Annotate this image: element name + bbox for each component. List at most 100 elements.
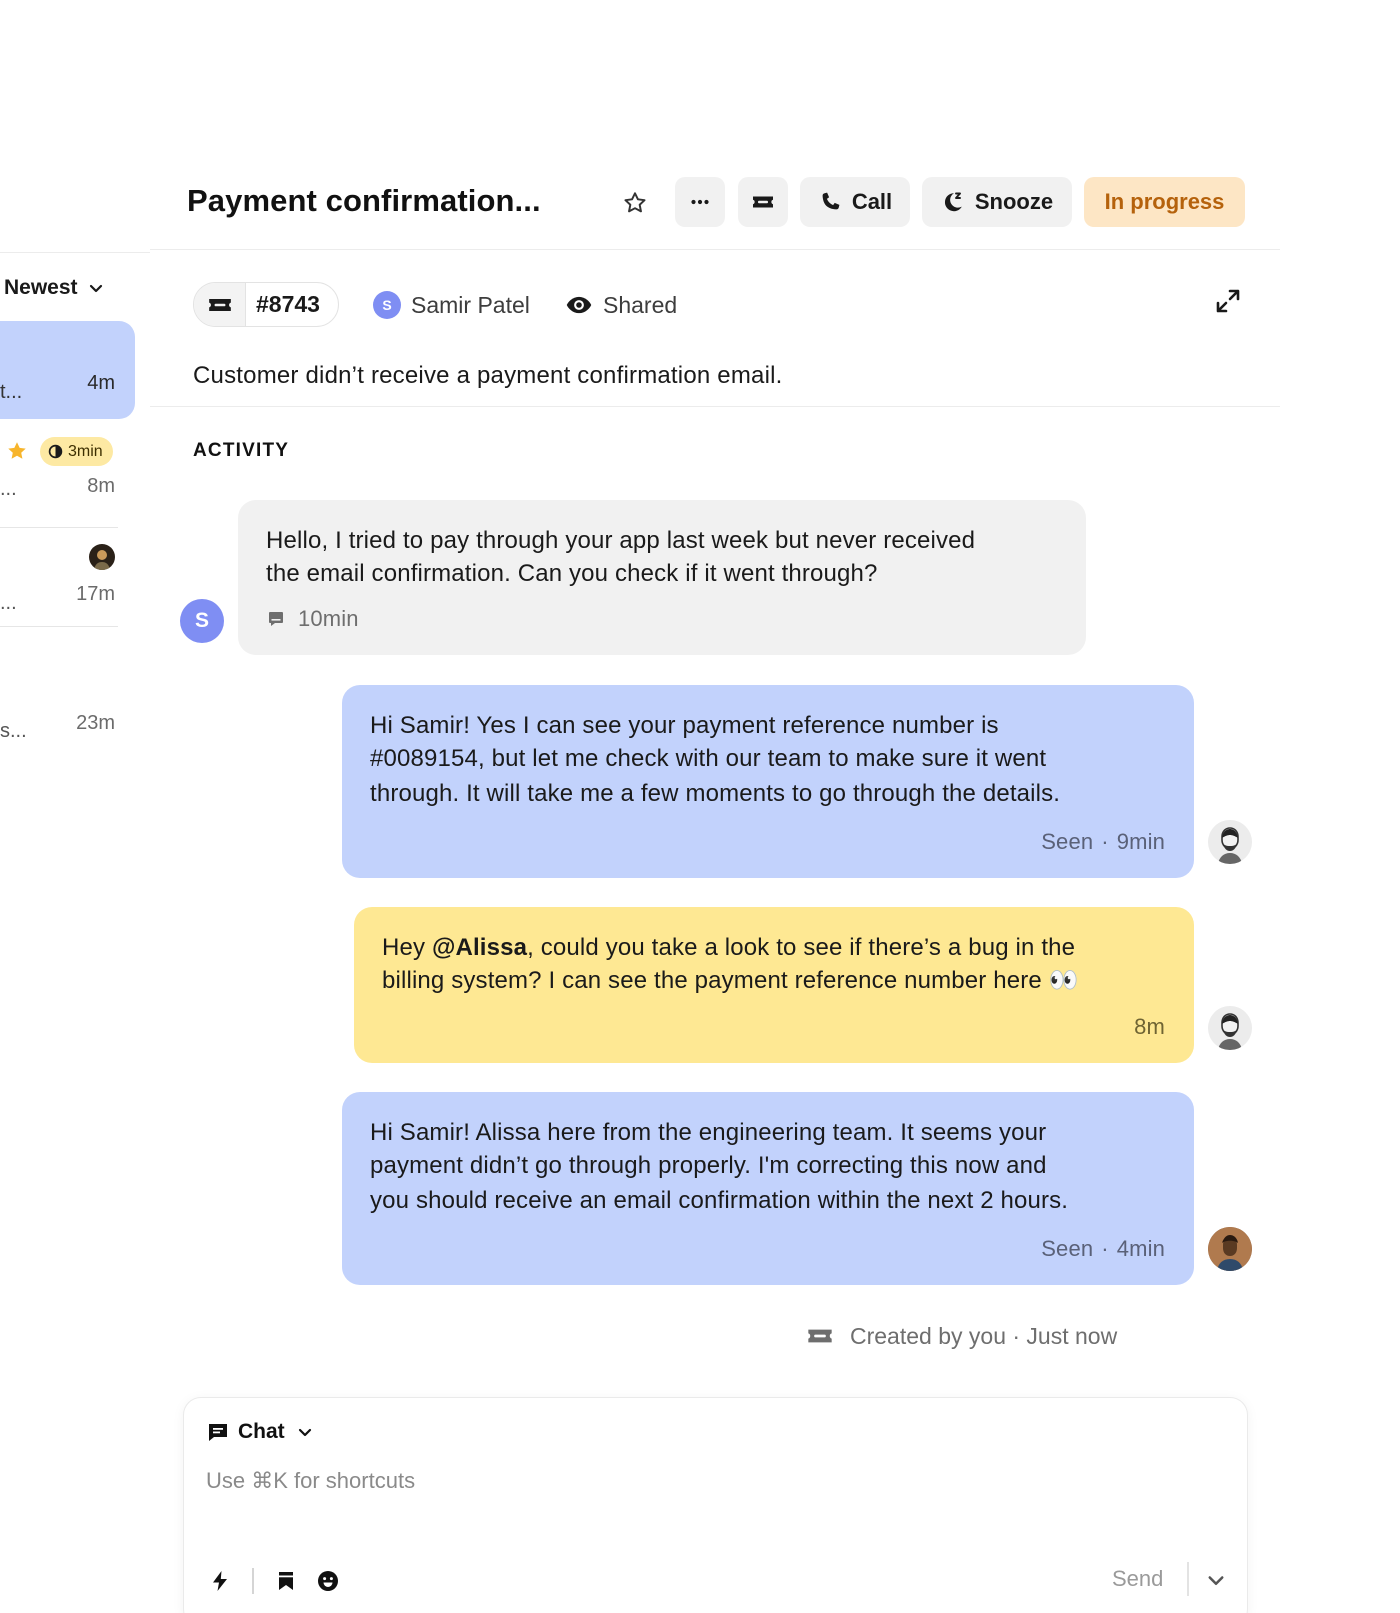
send-button[interactable]: Send <box>1112 1566 1163 1592</box>
eye-icon <box>566 296 592 314</box>
ticket-icon <box>194 283 246 326</box>
more-icon <box>691 199 709 205</box>
note-text: , could you take a look to see if there’… <box>527 934 1076 961</box>
sort-label: Newest <box>4 276 78 299</box>
list-item[interactable]: 3min ... 8m <box>0 430 118 528</box>
chevron-down-icon <box>298 1428 311 1437</box>
message-time: 4min <box>1116 1236 1165 1261</box>
sla-badge-label: 3min <box>68 442 103 460</box>
emoji-icon[interactable] <box>316 1569 340 1593</box>
avatar <box>89 544 115 570</box>
created-text: Created by you · Just now <box>850 1322 1118 1349</box>
star-icon <box>624 192 646 213</box>
ticket-icon <box>753 196 773 208</box>
conversation-list: Newest t... 4m 3min ... 8m ... 17m s... … <box>0 0 150 1613</box>
status-badge[interactable]: In progress <box>1084 177 1245 227</box>
message-line: Hey @Alissa, could you take a look to se… <box>382 931 1166 964</box>
chevron-down-icon <box>89 284 102 293</box>
chevron-down-icon[interactable] <box>1206 1570 1226 1590</box>
avatar <box>1208 1006 1252 1050</box>
avatar <box>1208 820 1252 864</box>
message-line: payment didn’t go through properly. I'm … <box>370 1152 1047 1179</box>
agent-message: Hi Samir! Alissa here from the engineeri… <box>342 1092 1194 1285</box>
message-time: 10min <box>298 606 359 631</box>
seen-status: Seen <box>1041 1236 1094 1261</box>
avatar: S <box>180 599 224 643</box>
ticket-id-pill[interactable]: #8743 <box>193 282 339 327</box>
ticket-summary: Customer didn’t receive a payment confir… <box>193 362 783 389</box>
favorite-button[interactable] <box>620 188 650 218</box>
note-prefix: Hey <box>382 934 432 961</box>
list-item-preview: t... <box>0 381 23 403</box>
message-meta: Seen · 4min <box>1041 1232 1165 1265</box>
visibility-label: Shared <box>603 291 678 318</box>
sla-badge: 3min <box>40 437 113 466</box>
message-line: you should receive an email confirmation… <box>370 1187 1069 1214</box>
message-line: Hi Samir! Alissa here from the engineeri… <box>370 1119 1047 1146</box>
ticket-number: #8743 <box>256 291 320 317</box>
ticket-button[interactable] <box>738 177 788 227</box>
list-item-preview: ... <box>0 592 17 614</box>
expand-icon <box>1216 289 1240 313</box>
channel-selector[interactable]: Chat <box>206 1420 313 1444</box>
note-icon <box>269 611 283 626</box>
star-icon <box>8 442 26 459</box>
assignee[interactable]: S Samir Patel <box>373 291 530 319</box>
list-item-time: 8m <box>87 475 115 497</box>
agent-message: Hi Samir! Yes I can see your payment ref… <box>342 685 1194 878</box>
call-label: Call <box>851 189 893 214</box>
clock-half-icon <box>48 444 63 459</box>
message-composer: Chat Use ⌘K for shortcuts Send <box>183 1397 1248 1613</box>
message-line: billing system? I can see the payment re… <box>382 967 1079 994</box>
avatar <box>1208 1227 1252 1271</box>
message-line: the email confirmation. Can you check if… <box>266 560 878 587</box>
ticket-details: #8743 S Samir Patel Shared Customer didn… <box>150 252 1280 407</box>
activity-heading: ACTIVITY <box>193 440 290 461</box>
snooze-button[interactable]: Snooze <box>922 177 1072 227</box>
ticket-created-event: Created by you · Just now <box>806 1322 1117 1350</box>
toolbar-divider <box>252 1568 254 1594</box>
meta-separator: · <box>1101 829 1109 854</box>
visibility-indicator[interactable]: Shared <box>565 291 677 319</box>
bookmark-icon[interactable] <box>274 1569 298 1593</box>
send-divider <box>1187 1562 1189 1596</box>
message-time: 8m <box>1134 1014 1165 1039</box>
sort-dropdown[interactable]: Newest <box>4 276 104 300</box>
list-item-time: 17m <box>76 583 115 605</box>
phone-icon <box>822 192 840 210</box>
more-button[interactable] <box>675 177 725 227</box>
seen-status: Seen <box>1041 829 1094 854</box>
list-item[interactable]: ... 17m <box>0 529 118 627</box>
message-input[interactable]: Use ⌘K for shortcuts <box>206 1468 415 1494</box>
message-line: Hello, I tried to pay through your app l… <box>266 527 976 554</box>
message-line: #0089154, but let me check with our team… <box>370 745 1047 772</box>
message-meta: Seen · 9min <box>1041 825 1165 858</box>
composer-toolbar <box>208 1568 340 1594</box>
message-meta: 10min <box>266 602 1058 635</box>
list-item-preview: s... <box>0 720 27 742</box>
list-item-preview: ... <box>0 478 17 500</box>
list-divider <box>0 252 150 253</box>
bolt-icon[interactable] <box>208 1569 232 1593</box>
status-label: In progress <box>1104 189 1225 214</box>
call-button[interactable]: Call <box>800 177 910 227</box>
snooze-icon <box>944 192 962 212</box>
meta-separator: · <box>1101 1236 1109 1261</box>
mention[interactable]: @Alissa <box>432 934 527 961</box>
list-item-time: 23m <box>76 712 115 734</box>
snooze-label: Snooze <box>974 189 1054 214</box>
message-time: 9min <box>1116 829 1165 854</box>
list-item[interactable]: t... 4m <box>0 321 135 419</box>
list-item[interactable]: s... 23m <box>0 690 118 750</box>
ticket-icon <box>808 1329 832 1343</box>
internal-note: Hey @Alissa, could you take a look to se… <box>354 907 1194 1063</box>
message-line: Hi Samir! Yes I can see your payment ref… <box>370 712 999 739</box>
conversation-header: Payment confirmation... Call Snooze In p… <box>150 150 1280 250</box>
list-item-time: 4m <box>87 372 115 394</box>
message-meta: 8m <box>1134 1010 1165 1043</box>
page-title: Payment confirmation... <box>187 183 541 218</box>
expand-button[interactable] <box>1213 286 1243 316</box>
message-line: through. It will take me a few moments t… <box>370 780 1061 807</box>
avatar: S <box>373 291 401 319</box>
channel-label: Chat <box>238 1420 285 1443</box>
